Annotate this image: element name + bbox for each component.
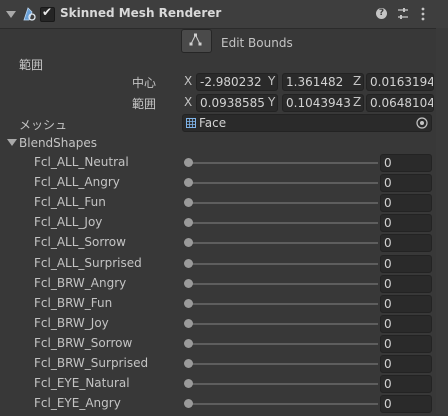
- blendshape-value-field[interactable]: 0: [380, 395, 432, 413]
- slider-handle[interactable]: [184, 339, 193, 348]
- center-y-label[interactable]: Y: [268, 74, 275, 88]
- blendshape-slider[interactable]: [188, 403, 378, 405]
- scrollbar[interactable]: [436, 28, 448, 414]
- blendshape-value-field[interactable]: 0: [380, 335, 432, 353]
- blendshape-name: Fcl_EYE_Angry: [34, 396, 121, 410]
- slider-handle[interactable]: [184, 218, 193, 227]
- blendshape-name: Fcl_BRW_Joy: [34, 316, 109, 330]
- blendshape-name: Fcl_ALL_Fun: [34, 195, 106, 209]
- mesh-value: Face: [199, 116, 227, 130]
- blendshape-row: Fcl_BRW_Joy 0: [0, 315, 436, 336]
- enabled-checkbox[interactable]: ✔: [40, 5, 55, 22]
- blendshape-row: Fcl_ALL_Sorrow 0: [0, 234, 436, 255]
- blendshape-value-field[interactable]: 0: [380, 234, 432, 252]
- blendshape-slider[interactable]: [188, 363, 378, 365]
- blendshape-value-field[interactable]: 0: [380, 275, 432, 293]
- blendshape-slider[interactable]: [188, 182, 378, 184]
- mesh-object-field[interactable]: Face: [182, 114, 432, 132]
- blendshape-slider[interactable]: [188, 222, 378, 224]
- blendshape-name: Fcl_BRW_Surprised: [34, 356, 149, 370]
- blendshape-value-field[interactable]: 0: [380, 375, 432, 393]
- blendshape-value-field[interactable]: 0: [380, 315, 432, 333]
- blendshape-slider[interactable]: [188, 202, 378, 204]
- sliders-icon[interactable]: [396, 6, 410, 22]
- blendshape-value-field[interactable]: 0: [380, 154, 432, 172]
- blendshape-value-field[interactable]: 0: [380, 214, 432, 232]
- blendshape-row: Fcl_ALL_Neutral 0: [0, 154, 436, 175]
- center-label: 中心: [132, 76, 157, 90]
- blendshape-slider[interactable]: [188, 323, 378, 325]
- slider-handle[interactable]: [184, 198, 193, 207]
- blendshape-row: Fcl_EYE_Angry 0: [0, 395, 436, 416]
- mesh-grid-icon: [186, 118, 196, 128]
- extent-label: 範囲: [132, 97, 157, 111]
- center-z-label[interactable]: Z: [353, 74, 361, 88]
- center-x-field[interactable]: -2.980232: [196, 73, 278, 91]
- slider-handle[interactable]: [184, 158, 193, 167]
- help-icon[interactable]: ?: [374, 6, 390, 22]
- blendshape-name: Fcl_ALL_Sorrow: [34, 235, 126, 249]
- extent-x-label[interactable]: X: [184, 95, 192, 109]
- blendshape-row: Fcl_BRW_Fun 0: [0, 295, 436, 316]
- edit-bounds-label: Edit Bounds: [221, 36, 293, 50]
- blendshape-slider[interactable]: [188, 343, 378, 345]
- component-title: Skinned Mesh Renderer: [60, 6, 222, 20]
- blendshape-row: Fcl_BRW_Surprised 0: [0, 355, 436, 376]
- skinned-mesh-icon: [23, 7, 36, 21]
- blendshape-value-field[interactable]: 0: [380, 355, 432, 373]
- edit-bounds-button[interactable]: [181, 29, 212, 53]
- slider-handle[interactable]: [184, 379, 193, 388]
- blendshape-name: Fcl_ALL_Angry: [34, 175, 120, 189]
- blendshape-value-field[interactable]: 0: [380, 255, 432, 273]
- blendshape-row: Fcl_ALL_Surprised 0: [0, 255, 436, 276]
- checkmark-icon: ✔: [42, 5, 53, 19]
- target-icon[interactable]: [415, 116, 429, 130]
- blendshapes-foldout-icon[interactable]: [7, 139, 17, 146]
- blendshape-row: Fcl_BRW_Sorrow 0: [0, 335, 436, 356]
- blendshape-slider[interactable]: [188, 162, 378, 164]
- blendshape-name: Fcl_ALL_Surprised: [34, 256, 142, 270]
- slider-handle[interactable]: [184, 399, 193, 408]
- extent-z-label[interactable]: Z: [353, 95, 361, 109]
- slider-handle[interactable]: [184, 359, 193, 368]
- slider-handle[interactable]: [184, 299, 193, 308]
- extent-y-field[interactable]: 0.1043943: [282, 94, 364, 112]
- slider-handle[interactable]: [184, 319, 193, 328]
- blendshape-slider[interactable]: [188, 383, 378, 385]
- blendshape-name: Fcl_BRW_Sorrow: [34, 336, 133, 350]
- blendshape-row: Fcl_ALL_Fun 0: [0, 194, 436, 215]
- extent-y-label[interactable]: Y: [268, 95, 275, 109]
- blendshape-row: Fcl_ALL_Joy 0: [0, 214, 436, 235]
- blendshape-name: Fcl_ALL_Joy: [34, 215, 103, 229]
- blendshape-row: Fcl_BRW_Angry 0: [0, 275, 436, 296]
- slider-handle[interactable]: [184, 178, 193, 187]
- blendshape-value-field[interactable]: 0: [380, 295, 432, 313]
- blendshape-slider[interactable]: [188, 263, 378, 265]
- blendshape-row: Fcl_EYE_Natural 0: [0, 375, 436, 396]
- blendshape-name: Fcl_BRW_Angry: [34, 276, 127, 290]
- slider-handle[interactable]: [184, 259, 193, 268]
- blendshape-name: Fcl_EYE_Natural: [34, 376, 130, 390]
- slider-handle[interactable]: [184, 279, 193, 288]
- bounds-handle-icon: [189, 33, 202, 46]
- center-z-field[interactable]: 0.0163194: [366, 73, 434, 91]
- blendshape-name: Fcl_BRW_Fun: [34, 296, 113, 310]
- extent-z-field[interactable]: 0.0648104: [366, 94, 434, 112]
- bounds-label: 範囲: [19, 58, 44, 72]
- blendshape-slider[interactable]: [188, 283, 378, 285]
- blendshapes-label[interactable]: BlendShapes: [19, 136, 97, 150]
- blendshape-row: Fcl_ALL_Angry 0: [0, 174, 436, 195]
- foldout-arrow-icon[interactable]: [6, 11, 16, 18]
- blendshape-slider[interactable]: [188, 303, 378, 305]
- center-x-label[interactable]: X: [184, 74, 192, 88]
- blendshape-name: Fcl_ALL_Neutral: [34, 155, 129, 169]
- mesh-label: メッシュ: [19, 118, 68, 132]
- slider-handle[interactable]: [184, 238, 193, 247]
- blendshape-value-field[interactable]: 0: [380, 174, 432, 192]
- extent-x-field[interactable]: 0.0938585: [196, 94, 278, 112]
- blendshape-slider[interactable]: [188, 242, 378, 244]
- blendshape-value-field[interactable]: 0: [380, 194, 432, 212]
- center-y-field[interactable]: 1.361482: [282, 73, 364, 91]
- kebab-menu-icon[interactable]: [418, 6, 428, 22]
